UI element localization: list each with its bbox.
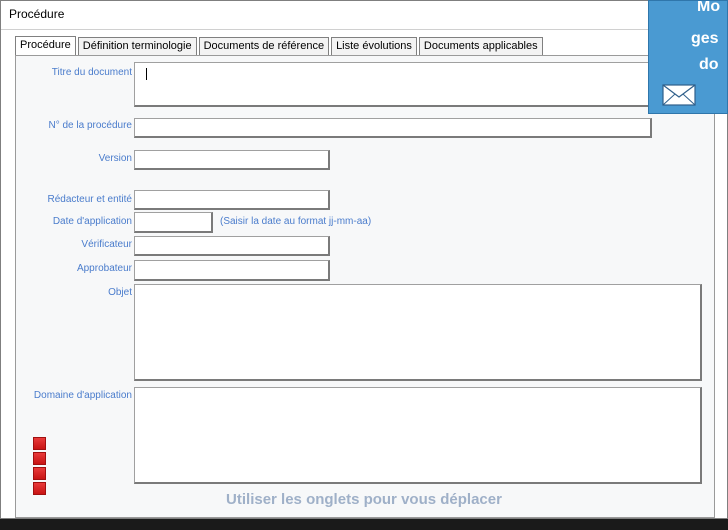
- date-label: Date d'application: [52, 216, 132, 227]
- tab-procedure[interactable]: Procédure: [15, 36, 76, 57]
- version-field[interactable]: [134, 150, 330, 170]
- numero-procedure-field[interactable]: [134, 118, 652, 138]
- promo-line-3: do: [699, 56, 719, 73]
- window-titlebar: Procédure: [1, 1, 727, 30]
- nav-button-1[interactable]: [33, 437, 46, 450]
- verificateur-label: Vérificateur: [81, 239, 132, 250]
- approbateur-field[interactable]: [134, 260, 330, 281]
- nav-button-3[interactable]: [33, 467, 46, 480]
- window-title: Procédure: [9, 7, 65, 21]
- redacteur-label: Rédacteur et entité: [47, 194, 133, 205]
- footer-instruction: Utiliser les onglets pour vous déplacer: [226, 491, 502, 508]
- titre-label: Titre du document: [51, 67, 132, 78]
- date-application-field[interactable]: [134, 212, 213, 233]
- tab-strip: Procédure Définition terminologie Docume…: [15, 36, 545, 57]
- domaine-label: Domaine d'application: [33, 390, 132, 401]
- tab-documents-reference[interactable]: Documents de référence: [198, 37, 330, 56]
- envelope-icon[interactable]: [662, 84, 696, 106]
- objet-label: Objet: [108, 287, 132, 298]
- date-format-hint: (Saisir la date au format jj-mm-aa): [220, 216, 372, 227]
- titre-document-field[interactable]: [134, 62, 652, 107]
- promo-line-1: Mo: [697, 0, 721, 15]
- tab-documents-applicables[interactable]: Documents applicables: [418, 37, 543, 56]
- approbateur-label: Approbateur: [76, 263, 132, 274]
- nav-button-2[interactable]: [33, 452, 46, 465]
- version-label: Version: [98, 153, 132, 164]
- domaine-application-field[interactable]: [134, 387, 702, 484]
- tab-definition-terminologie[interactable]: Définition terminologie: [77, 37, 197, 56]
- promo-line-2: ges: [691, 30, 719, 47]
- numero-label: N° de la procédure: [48, 120, 133, 131]
- tab-liste-evolutions[interactable]: Liste évolutions: [331, 37, 417, 56]
- verificateur-field[interactable]: [134, 236, 330, 256]
- objet-field[interactable]: [134, 284, 702, 381]
- text-caret: [146, 68, 147, 80]
- redacteur-field[interactable]: [134, 190, 330, 210]
